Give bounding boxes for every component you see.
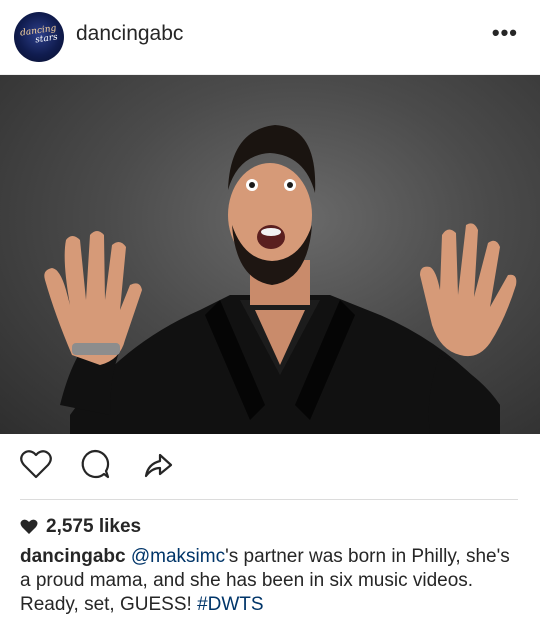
heart-icon bbox=[20, 450, 52, 479]
caption: dancingabc @maksimc's partner was born i… bbox=[20, 545, 520, 617]
username[interactable]: dancingabc bbox=[76, 22, 183, 46]
photo-illustration bbox=[44, 125, 517, 434]
post-header: dancing stars dancingabc ••• bbox=[0, 0, 540, 75]
comment-icon bbox=[81, 449, 110, 479]
avatar[interactable]: dancing stars bbox=[14, 12, 64, 62]
share-icon bbox=[144, 453, 173, 478]
likes-count[interactable]: 2,575 likes bbox=[20, 516, 141, 538]
caption-hashtag[interactable]: #DWTS bbox=[197, 594, 264, 615]
caption-mention[interactable]: @maksimc bbox=[131, 546, 225, 567]
like-button[interactable] bbox=[18, 446, 54, 487]
share-button[interactable] bbox=[140, 446, 176, 487]
more-options-button[interactable]: ••• bbox=[492, 20, 518, 46]
avatar-logo: dancing stars bbox=[19, 23, 59, 46]
divider bbox=[20, 499, 518, 500]
comment-button[interactable] bbox=[77, 446, 113, 487]
heart-filled-icon bbox=[20, 519, 38, 534]
post-photo[interactable] bbox=[0, 75, 540, 434]
action-bar bbox=[0, 446, 540, 486]
caption-username[interactable]: dancingabc bbox=[20, 546, 126, 567]
likes-text: 2,575 likes bbox=[46, 516, 142, 537]
